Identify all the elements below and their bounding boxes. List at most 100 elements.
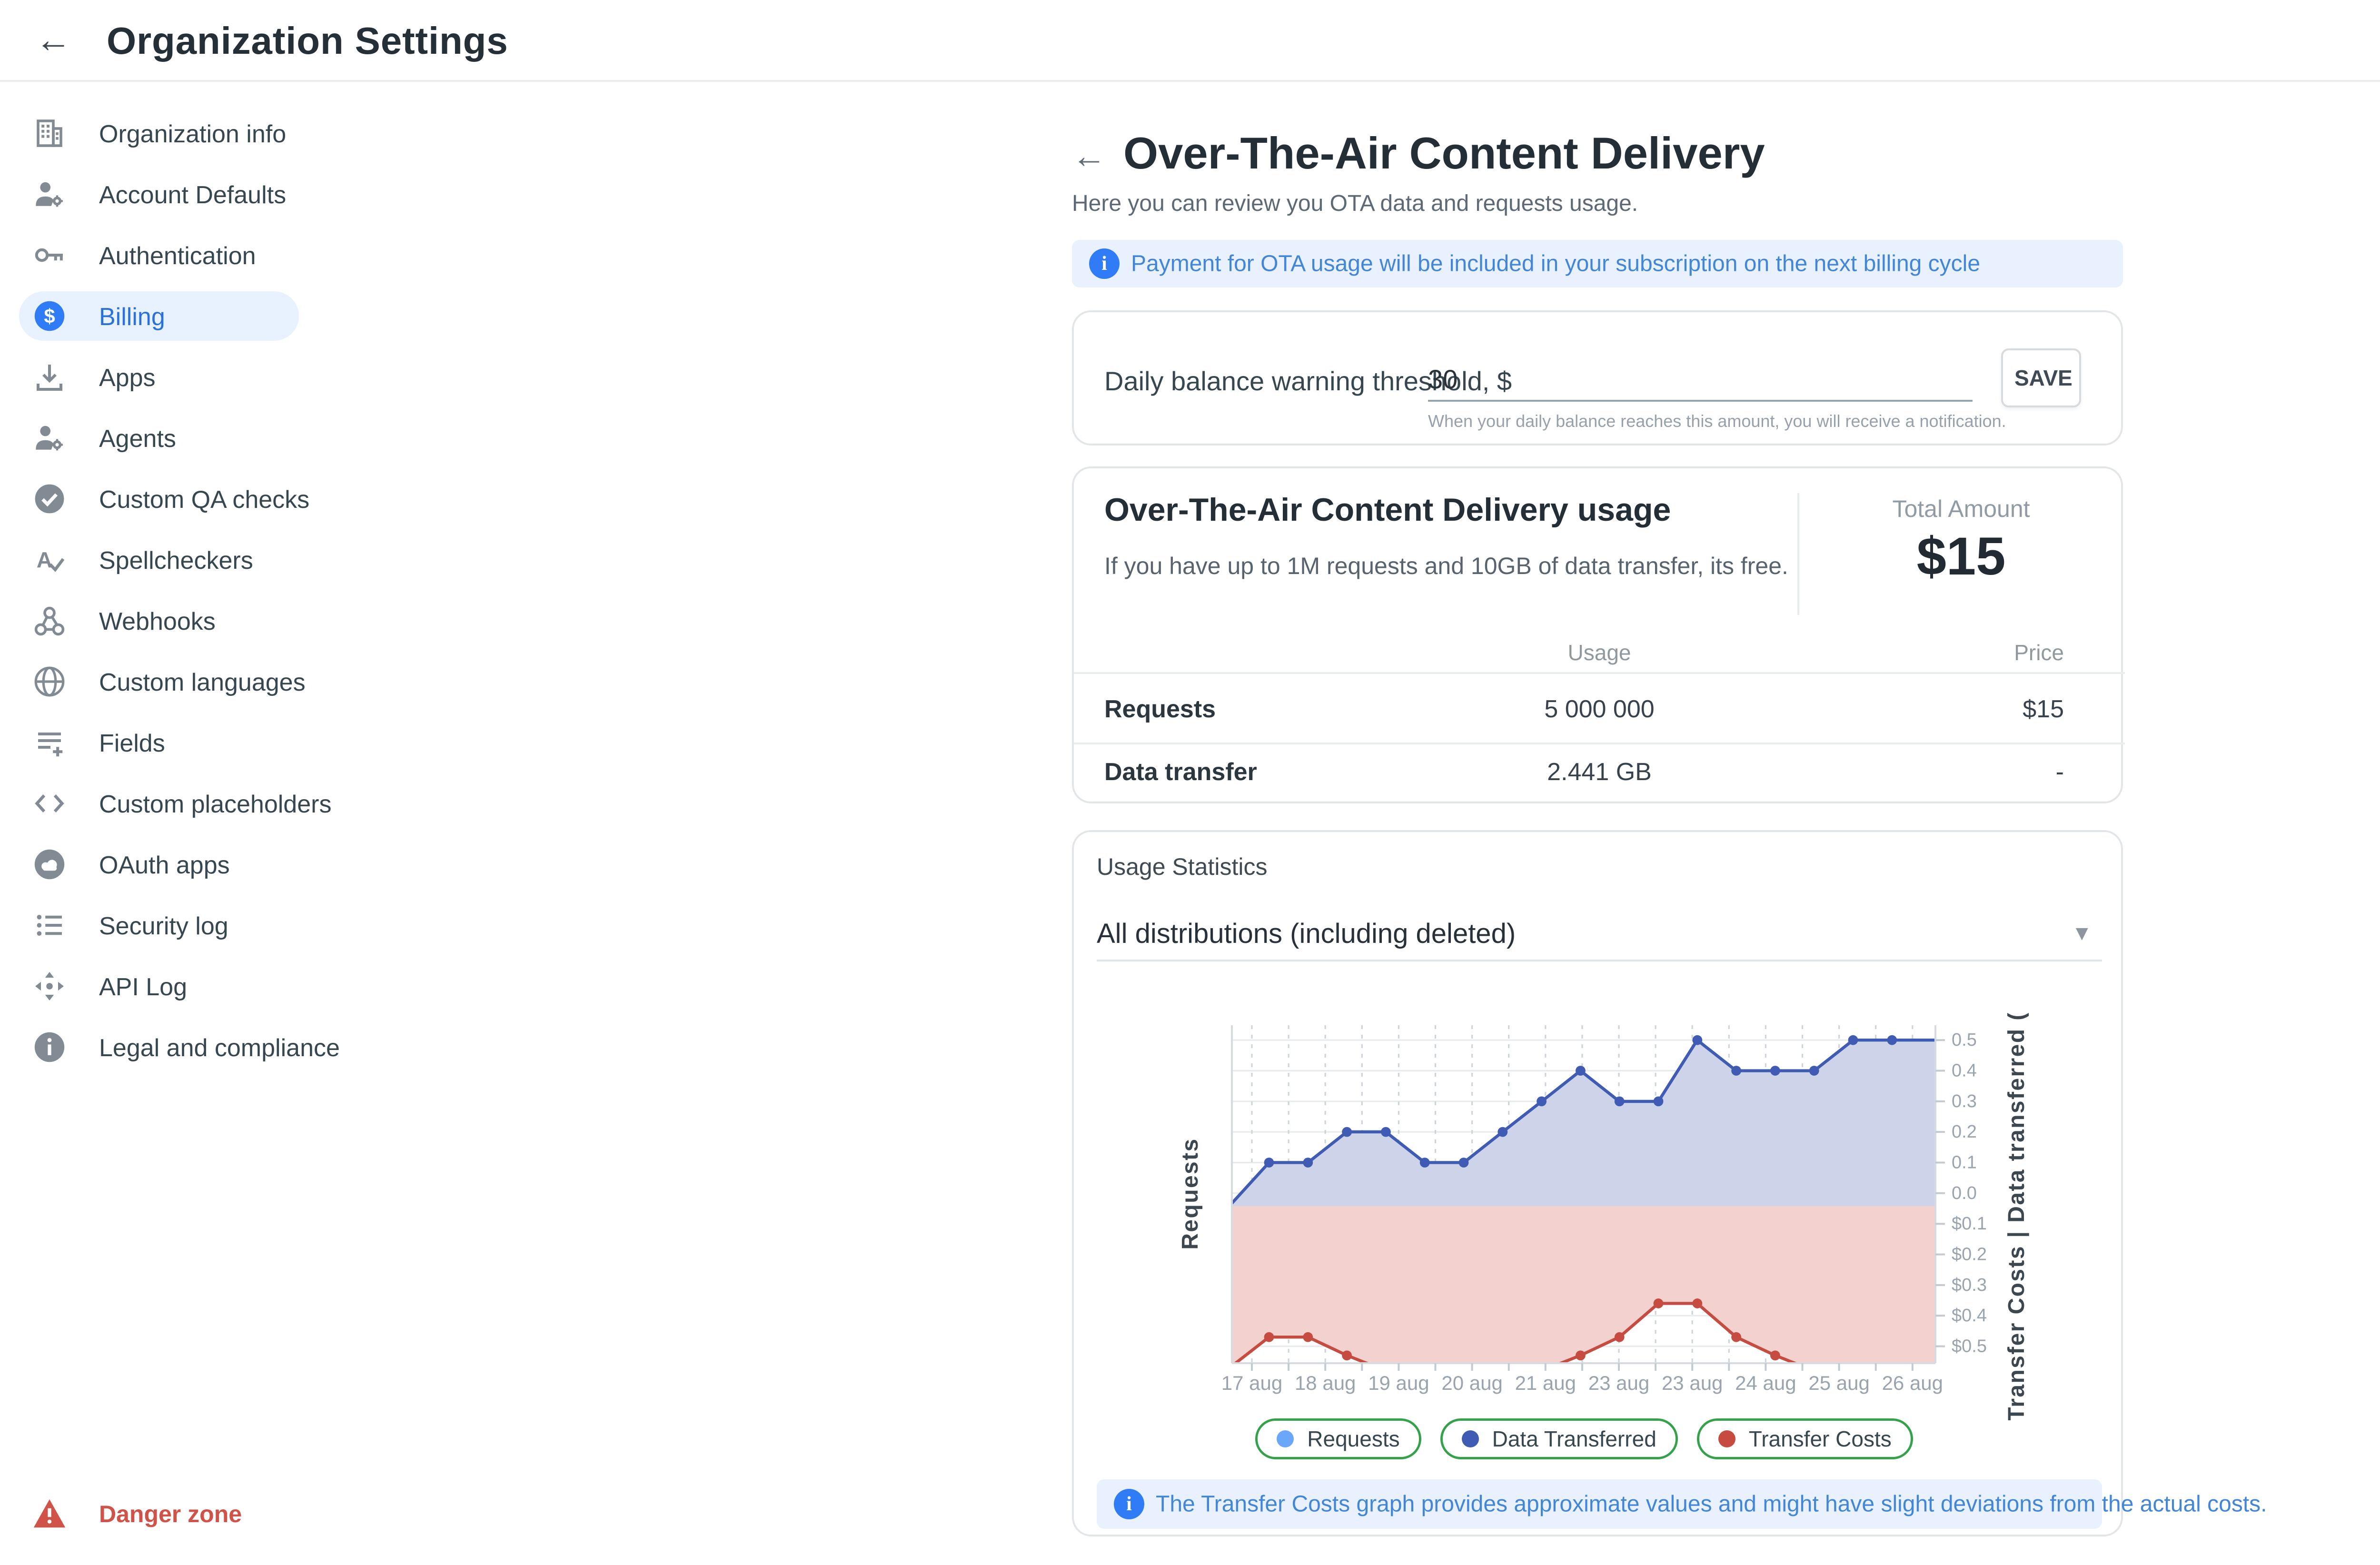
danger-zone-label: Danger zone	[99, 1500, 242, 1528]
svg-text:0.2: 0.2	[1952, 1122, 1977, 1142]
sidebar-item-label: Authentication	[99, 242, 256, 270]
legend-item-transfer-costs[interactable]: Transfer Costs	[1697, 1418, 1913, 1459]
usage-chart: 0.50.40.30.20.10.0$0.1$0.2$0.3$0.4$0.517…	[1173, 1011, 2125, 1420]
sidebar-item-apps[interactable]: Apps	[0, 347, 324, 407]
svg-text:18 aug: 18 aug	[1295, 1372, 1356, 1394]
svg-text:24 aug: 24 aug	[1735, 1372, 1796, 1394]
usage-statistics-label: Usage Statistics	[1097, 853, 1267, 881]
svg-text:0.3: 0.3	[1952, 1091, 1977, 1111]
sidebar-item-organization-info[interactable]: Organization info	[0, 103, 324, 164]
legend-item-data-transferred[interactable]: Data Transferred	[1440, 1418, 1678, 1459]
sidebar-item-label: Apps	[99, 364, 156, 392]
sidebar-item-label: Security log	[99, 912, 228, 941]
svg-text:23 aug: 23 aug	[1662, 1372, 1723, 1394]
divider	[1074, 672, 2125, 674]
svg-text:Requests: Requests	[1178, 1138, 1203, 1249]
app-window: ← Organization Settings ? J Organization…	[0, 0, 2380, 1565]
costs-disclaimer-banner: i The Transfer Costs graph provides appr…	[1097, 1479, 2102, 1529]
svg-text:0.0: 0.0	[1952, 1183, 1977, 1203]
sidebar-item-label: Account Defaults	[99, 181, 286, 209]
sidebar-item-fields[interactable]: Fields	[0, 712, 324, 773]
legend-dot-icon	[1462, 1430, 1479, 1447]
svg-text:0.5: 0.5	[1952, 1030, 1977, 1050]
sidebar-item-danger-zone[interactable]: Danger zone	[0, 1489, 324, 1538]
settings-sidebar: Organization info Account Defaults Authent…	[0, 80, 324, 1489]
page-title: Over-The-Air Content Delivery	[1123, 128, 1765, 179]
page-back-arrow-icon[interactable]: ←	[1066, 133, 1112, 179]
sidebar-item-custom-placeholders[interactable]: Custom placeholders	[0, 773, 324, 834]
svg-text:$0.2: $0.2	[1952, 1245, 1987, 1265]
person-gear-icon	[32, 177, 67, 211]
info-icon: i	[1089, 248, 1120, 279]
legend-item-requests[interactable]: Requests	[1255, 1418, 1421, 1459]
download-icon	[32, 360, 67, 394]
sidebar-item-label: Billing	[99, 303, 165, 331]
svg-text:Transfer Costs | Data transfer: Transfer Costs | Data transferred (GB)	[2004, 1011, 2029, 1420]
svg-text:0.1: 0.1	[1952, 1152, 1977, 1172]
code-icon	[32, 786, 67, 821]
dpad-icon	[32, 969, 67, 1003]
sidebar-item-authentication[interactable]: Authentication	[0, 225, 324, 286]
payment-info-banner: i Payment for OTA usage will be included…	[1072, 240, 2123, 287]
sidebar-item-spellcheckers[interactable]: A Spellcheckers	[0, 529, 324, 590]
svg-text:0.4: 0.4	[1952, 1061, 1977, 1081]
sidebar-item-label: Custom QA checks	[99, 485, 309, 514]
save-button[interactable]: SAVE	[2001, 348, 2081, 407]
distribution-select[interactable]: All distributions (including deleted)	[1097, 918, 1516, 950]
sidebar-item-billing[interactable]: $ Billing	[0, 286, 324, 347]
svg-text:$0.5: $0.5	[1952, 1336, 1987, 1356]
sidebar-item-label: Agents	[99, 425, 176, 453]
sidebar-item-label: OAuth apps	[99, 851, 230, 880]
key-icon	[32, 238, 67, 272]
select-underline	[1097, 960, 2102, 961]
sidebar-item-label: Spellcheckers	[99, 546, 253, 575]
svg-text:$0.4: $0.4	[1952, 1306, 1987, 1326]
column-header-usage: Usage	[1371, 640, 1828, 665]
cloud-circle-icon	[32, 847, 67, 882]
sidebar-item-webhooks[interactable]: Webhooks	[0, 590, 324, 651]
usage-heading: Over-The-Air Content Delivery usage	[1104, 491, 1671, 528]
threshold-card: Daily balance warning threshold, $ When …	[1072, 310, 2123, 446]
threshold-helper-text: When your daily balance reaches this amo…	[1428, 411, 2006, 431]
fields-icon	[32, 725, 67, 760]
dollar-circle-icon: $	[32, 299, 67, 333]
sidebar-item-agents[interactable]: Agents	[0, 407, 324, 468]
sidebar-item-label: Custom languages	[99, 668, 306, 697]
row-usage-value: 5 000 000	[1371, 695, 1828, 723]
list-icon	[32, 908, 67, 942]
sidebar-item-api-log[interactable]: API Log	[0, 956, 324, 1017]
sidebar-item-legal-and-compliance[interactable]: Legal and compliance	[0, 1017, 324, 1078]
sidebar-item-label: Webhooks	[99, 607, 216, 636]
sidebar-item-custom-qa-checks[interactable]: Custom QA checks	[0, 468, 324, 529]
legend-label: Requests	[1307, 1426, 1399, 1452]
total-amount-value: $15	[1797, 525, 2125, 587]
svg-text:17 aug: 17 aug	[1221, 1372, 1282, 1394]
sidebar-item-account-defaults[interactable]: Account Defaults	[0, 164, 324, 225]
usage-card: Over-The-Air Content Delivery usage If y…	[1072, 466, 2123, 803]
check-circle-icon	[32, 482, 67, 516]
sidebar-item-custom-languages[interactable]: Custom languages	[0, 651, 324, 712]
topbar-back-arrow-icon[interactable]: ←	[30, 17, 76, 63]
sidebar-item-oauth-apps[interactable]: OAuth apps	[0, 834, 324, 895]
divider	[1074, 743, 2125, 744]
threshold-input[interactable]	[1428, 358, 1973, 402]
svg-text:21 aug: 21 aug	[1515, 1372, 1576, 1394]
usage-statistics-card: Usage Statistics All distributions (incl…	[1072, 830, 2123, 1536]
warning-triangle-icon	[32, 1496, 67, 1531]
payment-info-text: Payment for OTA usage will be included i…	[1131, 251, 1980, 277]
svg-text:$: $	[44, 305, 55, 327]
total-amount-label: Total Amount	[1797, 495, 2125, 523]
usage-description: If you have up to 1M requests and 10GB o…	[1104, 552, 1788, 580]
chevron-down-icon: ▼	[2072, 921, 2092, 945]
sidebar-item-label: Organization info	[99, 120, 286, 149]
svg-text:23 aug: 23 aug	[1588, 1372, 1649, 1394]
sidebar-item-security-log[interactable]: Security log	[0, 895, 324, 956]
row-label: Requests	[1104, 695, 1216, 723]
legend-label: Data Transferred	[1492, 1426, 1656, 1452]
svg-text:$0.1: $0.1	[1952, 1214, 1987, 1234]
svg-text:19 aug: 19 aug	[1368, 1372, 1429, 1394]
row-label: Data transfer	[1104, 758, 1257, 786]
info-circle-icon	[32, 1030, 67, 1064]
row-price-value: $15	[1828, 695, 2094, 723]
svg-text:A: A	[37, 547, 52, 572]
